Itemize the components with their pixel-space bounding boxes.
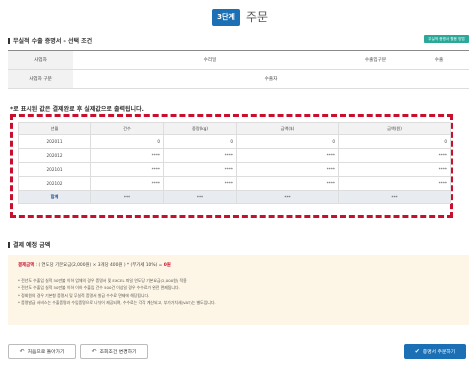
business-label: 사업자 xyxy=(8,51,73,69)
cell-amount-usd: **** xyxy=(236,148,339,163)
list-item: * 전년도 수출입 실적 50만불 이하 업체의 경우 증명서 및 EXCEL … xyxy=(18,278,187,283)
list-item: * 정회원의 경우 기본형 증명서 및 무실적 증명서 발급 수수료 면제에 해… xyxy=(18,292,150,298)
guide-button[interactable]: 무실적 증명서 활용 방법 xyxy=(424,35,469,43)
cell-weight: **** xyxy=(163,176,237,191)
table-row: 202101 **** **** **** **** xyxy=(18,162,451,177)
business-value xyxy=(73,51,178,69)
check-icon: ✔ xyxy=(414,348,420,355)
accept-date-label: 수리일 xyxy=(178,51,242,69)
cell-weight: **** xyxy=(163,162,237,177)
cell-count: **** xyxy=(90,176,164,191)
undo-icon: ↶ xyxy=(19,348,25,355)
result-table: 년월 건수 중량(kg) 금액($) 금액(원) 202011 0 0 0 0 … xyxy=(18,122,451,204)
cell-count: **** xyxy=(90,162,164,177)
trade-type-label: 수출입구분 xyxy=(342,51,409,69)
list-item: * 전년도 수출입 실적 50만불 이하 이하 수출입 건수 500건 이상일 … xyxy=(18,285,180,291)
payment-box: 결제금액 : ( 연도당 기본요금(2,000원) × 3개당 400원 ) *… xyxy=(8,255,469,325)
accept-date-value xyxy=(242,51,342,69)
conditions-table: 사업자 수리일 수출입구분 수출 사업자 구분 수출자 xyxy=(8,50,469,89)
step-header: 3단계 주문 xyxy=(0,9,474,27)
table-row: 202011 0 0 0 0 xyxy=(18,134,451,149)
cell-amount-krw: **** xyxy=(338,148,451,163)
cell-amount-usd: **** xyxy=(236,162,339,177)
undo-icon: ↶ xyxy=(91,348,97,355)
cell-amount-krw: 0 xyxy=(338,134,451,149)
order-label: 증명서 주문하기 xyxy=(422,350,456,355)
change-condition-label: 조회조건 변경하기 xyxy=(99,350,137,355)
cell-month: 202011 xyxy=(18,134,91,149)
total-weight: *** xyxy=(163,190,237,204)
change-condition-button[interactable]: ↶ 조회조건 변경하기 xyxy=(80,344,148,359)
list-item: * 증명발급 서비스는 수출증명과 수입증명으로 나뉘어 제공되며, 수수료는 … xyxy=(18,300,216,306)
step-title: 주문 xyxy=(246,10,269,24)
total-amount-usd: *** xyxy=(236,190,339,204)
step-badge: 3단계 xyxy=(212,9,240,26)
cell-month: 202101 xyxy=(18,162,91,177)
payment-formula: 결제금액 : ( 연도당 기본요금(2,000원) × 3개당 400원 ) *… xyxy=(18,262,459,268)
col-header-amount-krw: 금액(원) xyxy=(338,122,451,135)
col-header-count: 건수 xyxy=(90,122,164,135)
cell-count: 0 xyxy=(90,134,164,149)
cell-weight: **** xyxy=(163,148,237,163)
cell-weight: 0 xyxy=(163,134,237,149)
cell-amount-krw: **** xyxy=(338,176,451,191)
cell-amount-krw: **** xyxy=(338,162,451,177)
order-button[interactable]: ✔ 증명서 주문하기 xyxy=(404,344,466,359)
cell-amount-usd: 0 xyxy=(236,134,339,149)
cell-month: 202012 xyxy=(18,148,91,163)
formula-amount: 0원 xyxy=(163,263,171,268)
conditions-title: 무실적 수출 증명서 - 선택 조건 xyxy=(8,36,92,45)
business-type-value: 수출자 xyxy=(264,77,278,82)
table-header-row: 년월 건수 중량(kg) 금액($) 금액(원) xyxy=(18,122,451,135)
cell-amount-usd: **** xyxy=(236,176,339,191)
col-header-amount-usd: 금액($) xyxy=(236,122,339,135)
cell-month: 202102 xyxy=(18,176,91,191)
back-to-start-button[interactable]: ↶ 처음으로 돌아가기 xyxy=(8,344,76,359)
back-to-start-label: 처음으로 돌아가기 xyxy=(27,350,65,355)
result-table-box: 년월 건수 중량(kg) 금액($) 금액(원) 202011 0 0 0 0 … xyxy=(10,114,453,218)
payment-notes: * 전년도 수출입 실적 50만불 이하 업체의 경우 증명서 및 EXCEL … xyxy=(18,277,459,307)
business-type-label: 사업자 구분 xyxy=(8,70,73,88)
payment-title: 결제 예정 금액 xyxy=(8,240,50,249)
col-header-weight: 중량(kg) xyxy=(163,122,237,135)
total-label: 합계 xyxy=(18,190,91,204)
formula-label: 결제금액 xyxy=(18,263,35,268)
table-total-row: 합계 *** *** *** *** xyxy=(18,190,451,204)
total-amount-krw: *** xyxy=(338,190,451,204)
table-row: 202012 **** **** **** **** xyxy=(18,148,451,163)
conditions-row: 사업자 수리일 수출입구분 수출 xyxy=(8,51,469,70)
col-header-month: 년월 xyxy=(18,122,91,135)
cell-count: **** xyxy=(90,148,164,163)
conditions-row: 사업자 구분 수출자 xyxy=(8,70,469,89)
table-row: 202102 **** **** **** **** xyxy=(18,176,451,191)
formula-text: : ( 연도당 기본요금(2,000원) × 3개당 400원 ) * (부가세… xyxy=(35,263,163,268)
total-count: *** xyxy=(90,190,164,204)
trade-type-value: 수출 xyxy=(434,58,444,63)
result-notice: *로 표시된 값은 결제완료 후 실제값으로 출력됩니다. xyxy=(10,106,144,113)
